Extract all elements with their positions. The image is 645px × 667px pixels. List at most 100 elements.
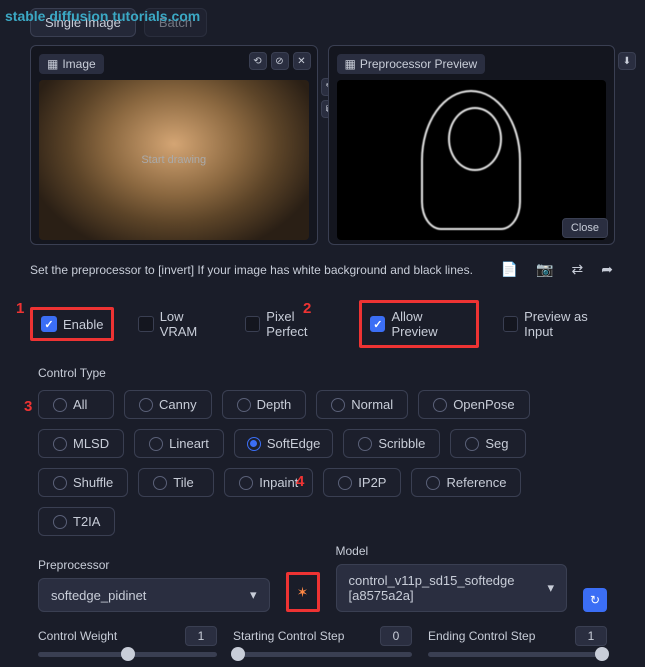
controltype-radio-openpose[interactable]: OpenPose — [418, 390, 529, 419]
controltype-radio-mlsd[interactable]: MLSD — [38, 429, 124, 458]
radio-label: All — [73, 397, 87, 412]
chevron-down-icon: ▾ — [250, 587, 257, 603]
checkbox-icon — [503, 316, 518, 332]
controltype-radio-scribble[interactable]: Scribble — [343, 429, 440, 458]
preview-icon: ▦ — [345, 57, 356, 71]
radio-label: Lineart — [169, 436, 209, 451]
controltype-radio-t2ia[interactable]: T2IA — [38, 507, 115, 536]
weight-value[interactable]: 1 — [185, 626, 217, 646]
preview-chip: ▦ Preprocessor Preview — [337, 54, 486, 74]
controltype-radio-ip2p[interactable]: IP2P — [323, 468, 401, 497]
controltype-radio-tile[interactable]: Tile — [138, 468, 214, 497]
radio-icon — [53, 515, 67, 529]
previewinput-label: Preview as Input — [524, 309, 615, 339]
annotation-4: 4 — [296, 473, 304, 490]
radio-icon — [465, 437, 479, 451]
annotation-1: 1 — [16, 300, 24, 317]
radio-label: T2IA — [73, 514, 100, 529]
radio-icon — [153, 476, 167, 490]
options-row: Enable Low VRAM Pixel Perfect Allow Prev… — [0, 294, 645, 354]
radio-label: MLSD — [73, 436, 109, 451]
radio-icon — [53, 476, 67, 490]
end-label: Ending Control Step — [428, 629, 535, 643]
controltype-radio-seg[interactable]: Seg — [450, 429, 526, 458]
enable-checkbox[interactable]: Enable — [30, 307, 114, 341]
run-preprocessor-button[interactable]: ✶ — [291, 577, 315, 607]
radio-icon — [139, 398, 153, 412]
controltype-radio-canny[interactable]: Canny — [124, 390, 212, 419]
radio-label: OpenPose — [453, 397, 514, 412]
lowvram-checkbox[interactable]: Low VRAM — [138, 309, 221, 339]
doc-icon[interactable]: 📄 — [499, 259, 520, 280]
swap-icon[interactable]: ⇄ — [570, 259, 586, 280]
controltype-radio-softedge[interactable]: SoftEdge — [234, 429, 334, 458]
lowvram-label: Low VRAM — [160, 309, 221, 339]
download-icon[interactable]: ⬇ — [618, 52, 636, 70]
radio-label: Reference — [446, 475, 506, 490]
sliders-row: Control Weight 1 Starting Control Step 0… — [0, 616, 645, 667]
radio-label: Inpaint — [259, 475, 298, 490]
hint-row: Set the preprocessor to [invert] If your… — [0, 245, 645, 294]
controltype-radio-normal[interactable]: Normal — [316, 390, 408, 419]
preview-image — [337, 80, 607, 240]
controltype-radio-shuffle[interactable]: Shuffle — [38, 468, 128, 497]
send-icon[interactable]: ➦ — [599, 259, 615, 280]
close-button[interactable]: Close — [562, 218, 608, 238]
camera-icon[interactable]: 📷 — [534, 259, 555, 280]
model-label: Model — [336, 544, 568, 558]
radio-label: Shuffle — [73, 475, 113, 490]
radio-label: Normal — [351, 397, 393, 412]
image-label: Image — [62, 57, 95, 71]
image-chip: ▦ Image — [39, 54, 104, 74]
radio-icon — [239, 476, 253, 490]
slider-thumb[interactable] — [121, 647, 135, 661]
control-weight-slider[interactable]: Control Weight 1 — [38, 626, 217, 657]
radio-label: Seg — [485, 436, 508, 451]
radio-icon — [358, 437, 372, 451]
radio-icon — [149, 437, 163, 451]
start-value[interactable]: 0 — [380, 626, 412, 646]
checkbox-icon — [370, 316, 385, 332]
radio-icon — [331, 398, 345, 412]
allowpreview-checkbox[interactable]: Allow Preview — [359, 300, 479, 348]
end-step-slider[interactable]: Ending Control Step 1 — [428, 626, 607, 657]
end-value[interactable]: 1 — [575, 626, 607, 646]
input-image-panel: ▦ Image ⟲ ⊘ ✕ ✎ ⧉ Start drawing — [30, 45, 318, 245]
radio-label: Canny — [159, 397, 197, 412]
radio-icon — [53, 437, 67, 451]
radio-label: Scribble — [378, 436, 425, 451]
clear-icon[interactable]: ⊘ — [271, 52, 289, 70]
start-step-slider[interactable]: Starting Control Step 0 — [233, 626, 412, 657]
enable-label: Enable — [63, 317, 103, 332]
controltype-radio-lineart[interactable]: Lineart — [134, 429, 224, 458]
previewinput-checkbox[interactable]: Preview as Input — [503, 309, 615, 339]
checkbox-icon — [138, 316, 153, 332]
undo-icon[interactable]: ⟲ — [249, 52, 267, 70]
start-drawing-hint: Start drawing — [141, 154, 206, 166]
slider-thumb[interactable] — [595, 647, 609, 661]
preview-panel: ▦ Preprocessor Preview ⬇ Close — [328, 45, 616, 245]
model-value: control_v11p_sd15_softedge [a8575a2a] — [349, 573, 548, 603]
preprocessor-select[interactable]: softedge_pidinet ▾ — [38, 578, 270, 612]
softedge-outline — [421, 90, 521, 230]
start-label: Starting Control Step — [233, 629, 344, 643]
weight-label: Control Weight — [38, 629, 117, 643]
control-type-radios: All Canny Depth Normal OpenPose MLSD Lineart So… — [0, 386, 645, 540]
model-select[interactable]: control_v11p_sd15_softedge [a8575a2a] ▾ — [336, 564, 568, 612]
preprocessor-value: softedge_pidinet — [51, 588, 146, 603]
checkbox-icon — [41, 316, 57, 332]
controltype-radio-reference[interactable]: Reference — [411, 468, 521, 497]
controltype-radio-all[interactable]: All — [38, 390, 114, 419]
input-image-canvas[interactable]: Start drawing — [39, 80, 309, 240]
radio-icon — [426, 476, 440, 490]
allowpreview-label: Allow Preview — [391, 309, 467, 339]
controltype-radio-depth[interactable]: Depth — [222, 390, 307, 419]
refresh-models-button[interactable]: ↻ — [583, 588, 607, 612]
remove-icon[interactable]: ✕ — [293, 52, 311, 70]
checkbox-icon — [245, 316, 260, 332]
slider-thumb[interactable] — [231, 647, 245, 661]
radio-label: Tile — [173, 475, 193, 490]
preprocessor-label: Preprocessor — [38, 558, 270, 572]
radio-label: SoftEdge — [267, 436, 321, 451]
pixelperfect-checkbox[interactable]: Pixel Perfect — [245, 309, 335, 339]
